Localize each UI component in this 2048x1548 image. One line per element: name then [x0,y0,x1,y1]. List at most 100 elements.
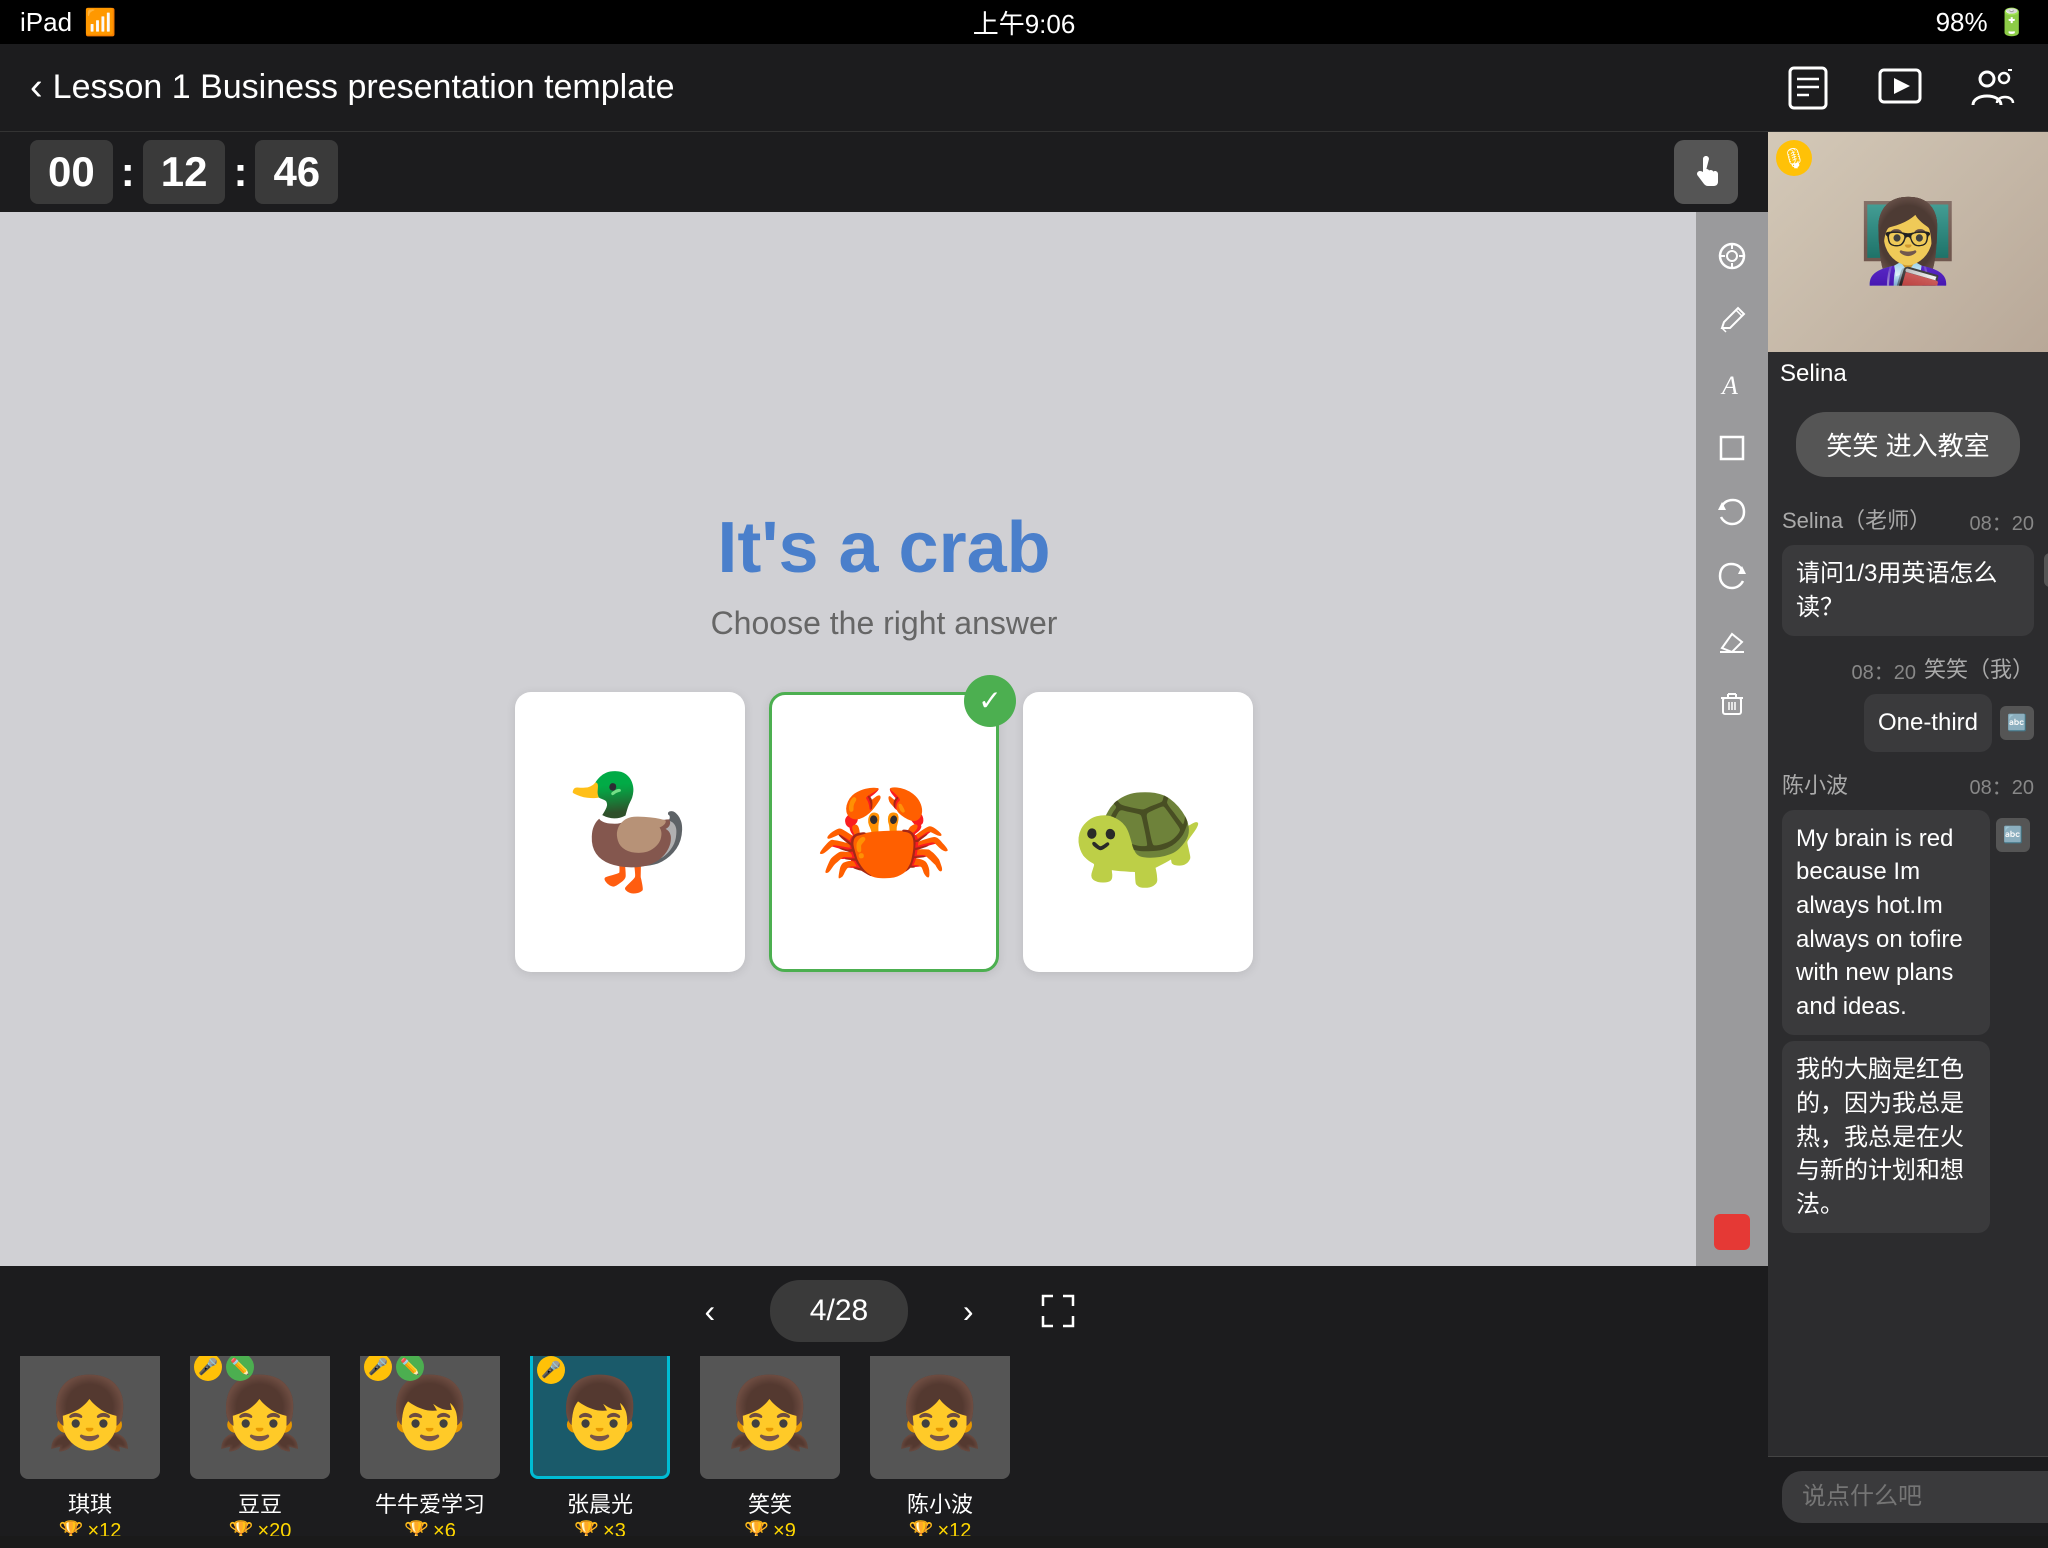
answer-cards: 🦆 ✓ 🦀 🐢 [474,692,1294,972]
target-icon [1717,241,1747,271]
student-emoji-3: 👦 [556,1373,643,1455]
device-label: iPad [20,7,72,38]
student-score-2: 🏆 ×6 [404,1519,456,1537]
back-button[interactable]: ‹ [30,66,43,109]
student-item-0[interactable]: 👧 琪琪 🏆 ×12 [10,1356,170,1536]
students-bar: 👧 琪琪 🏆 ×12 👧 🎤 ✏️ [0,1356,1768,1536]
shape-tool-button[interactable] [1704,420,1760,476]
enter-classroom-button[interactable]: 笑笑 进入教室 [1796,412,2019,477]
chat-sender-3: 陈小波 [1782,768,1848,800]
content-area: 00 : 12 : 46 It's a crab Choose the righ… [0,132,1768,1536]
trash-button[interactable] [1704,676,1760,732]
text-tool-button[interactable]: A [1704,356,1760,412]
teacher-mic-indicator: 🎙 [1776,140,1812,176]
chat-message-1: Selina（老师） 08：20 请问1/3用英语怎么读？ 🔤 [1782,503,2034,636]
pencil-icon [1718,306,1746,334]
duck-emoji: 🦆 [562,767,699,896]
timer-seconds: 46 [255,140,338,204]
slide-content: It's a crab Choose the right answer 🦆 ✓ … [474,507,1294,972]
users-icon [1969,65,2015,111]
student-item-4[interactable]: 👧 笑笑 🏆 ×9 [690,1356,850,1536]
student-avatar-4: 👧 [700,1356,840,1479]
teacher-name-label: Selina [1768,352,2048,396]
status-bar: iPad 📶 上午9:06 98% 🔋 [0,0,2048,44]
student-score-4: 🏆 ×9 [744,1519,796,1537]
chat-input[interactable] [1782,1471,2048,1523]
chat-time-2: 08：20 [1851,656,1916,685]
student-avatar-1: 👧 🎤 ✏️ [190,1356,330,1479]
score-value-0: ×12 [87,1520,121,1537]
student-emoji-4: 👧 [726,1373,813,1455]
wifi-icon: 📶 [84,7,116,38]
trophy-icon-3: 🏆 [574,1519,599,1537]
pencil-badge-1: ✏️ [226,1356,254,1381]
chat-message-3: 陈小波 08：20 My brain is red because Im alw… [1782,768,2034,1234]
translate-button-2[interactable]: 🔤 [2000,706,2034,740]
teacher-video: 👩‍🏫 🎙 [1768,132,2048,352]
pencil-badge-2: ✏️ [396,1356,424,1381]
timer-display: 00 : 12 : 46 [30,140,338,204]
student-item-5[interactable]: 👧 陈小波 🏆 ×12 [860,1356,1020,1536]
correct-checkmark: ✓ [964,675,1016,727]
pencil-tool-button[interactable] [1704,292,1760,348]
translate-button-3[interactable]: 🔤 [1996,818,2030,852]
mic-badge-2: 🎤 [364,1356,392,1381]
chat-bubble-3-en: My brain is red because Im always hot.Im… [1782,810,1990,1036]
chat-time-1: 08：20 [1970,507,2035,536]
expand-icon [1041,1294,1075,1328]
svg-text:A: A [1720,371,1738,398]
score-value-4: ×9 [773,1520,796,1537]
slide-title: It's a crab [474,507,1294,589]
chat-input-area: 发送 [1768,1456,2048,1536]
crab-emoji: 🦀 [816,767,953,896]
text-icon: A [1718,370,1746,398]
slide-area: It's a crab Choose the right answer 🦆 ✓ … [0,212,1768,1266]
play-button[interactable] [1874,62,1926,114]
trophy-icon-1: 🏆 [229,1519,254,1537]
page-indicator: 4/28 [770,1280,908,1342]
redo-icon [1718,562,1746,590]
student-item-3[interactable]: 👦 🎤 张晨光 🏆 ×3 [520,1356,680,1536]
answer-card-crab[interactable]: ✓ 🦀 [769,692,999,972]
hand-raise-button[interactable] [1674,140,1738,204]
undo-button[interactable] [1704,484,1760,540]
answer-card-turtle[interactable]: 🐢 [1023,692,1253,972]
student-item-2[interactable]: 👦 🎤 ✏️ 牛牛爱学习 🏆 ×6 [350,1356,510,1536]
top-nav: ‹ Lesson 1 Business presentation templat… [0,44,2048,132]
translate-button-1[interactable]: 🔤 [2044,553,2048,587]
battery-icon: 🔋 [1996,7,2028,38]
student-score-0: 🏆 ×12 [59,1519,122,1537]
student-item-1[interactable]: 👧 🎤 ✏️ 豆豆 🏆 ×20 [180,1356,340,1536]
timer-colon-2: : [229,148,251,196]
eraser-icon [1718,626,1746,654]
student-emoji-1: 👧 [216,1373,303,1455]
trophy-icon-4: 🏆 [744,1519,769,1537]
chat-time-3: 08：20 [1970,771,2035,800]
student-score-3: 🏆 ×3 [574,1519,626,1537]
score-value-1: ×20 [257,1520,291,1537]
users-button[interactable] [1966,62,2018,114]
color-picker-button[interactable] [1714,1214,1750,1250]
trophy-icon-0: 🏆 [59,1519,84,1537]
shape-icon [1718,434,1746,462]
play-icon [1877,65,1923,111]
timer-hours: 00 [30,140,113,204]
turtle-emoji: 🐢 [1070,767,1207,896]
student-emoji-5: 👧 [896,1373,983,1455]
student-score-5: 🏆 ×12 [909,1519,972,1537]
next-slide-button[interactable]: › [938,1281,998,1341]
score-value-2: ×6 [433,1520,456,1537]
eraser-button[interactable] [1704,612,1760,668]
student-name-4: 笑笑 [748,1487,792,1519]
target-tool-button[interactable] [1704,228,1760,284]
notes-button[interactable] [1782,62,1834,114]
expand-button[interactable] [1028,1281,1088,1341]
slide-nav-bar: ‹ 4/28 › [0,1266,1768,1356]
timer-bar: 00 : 12 : 46 [0,132,1768,212]
nav-icons [1782,62,2018,114]
redo-button[interactable] [1704,548,1760,604]
prev-slide-button[interactable]: ‹ [680,1281,740,1341]
answer-card-duck[interactable]: 🦆 [515,692,745,972]
hand-icon [1688,154,1724,190]
student-name-5: 陈小波 [907,1487,973,1519]
